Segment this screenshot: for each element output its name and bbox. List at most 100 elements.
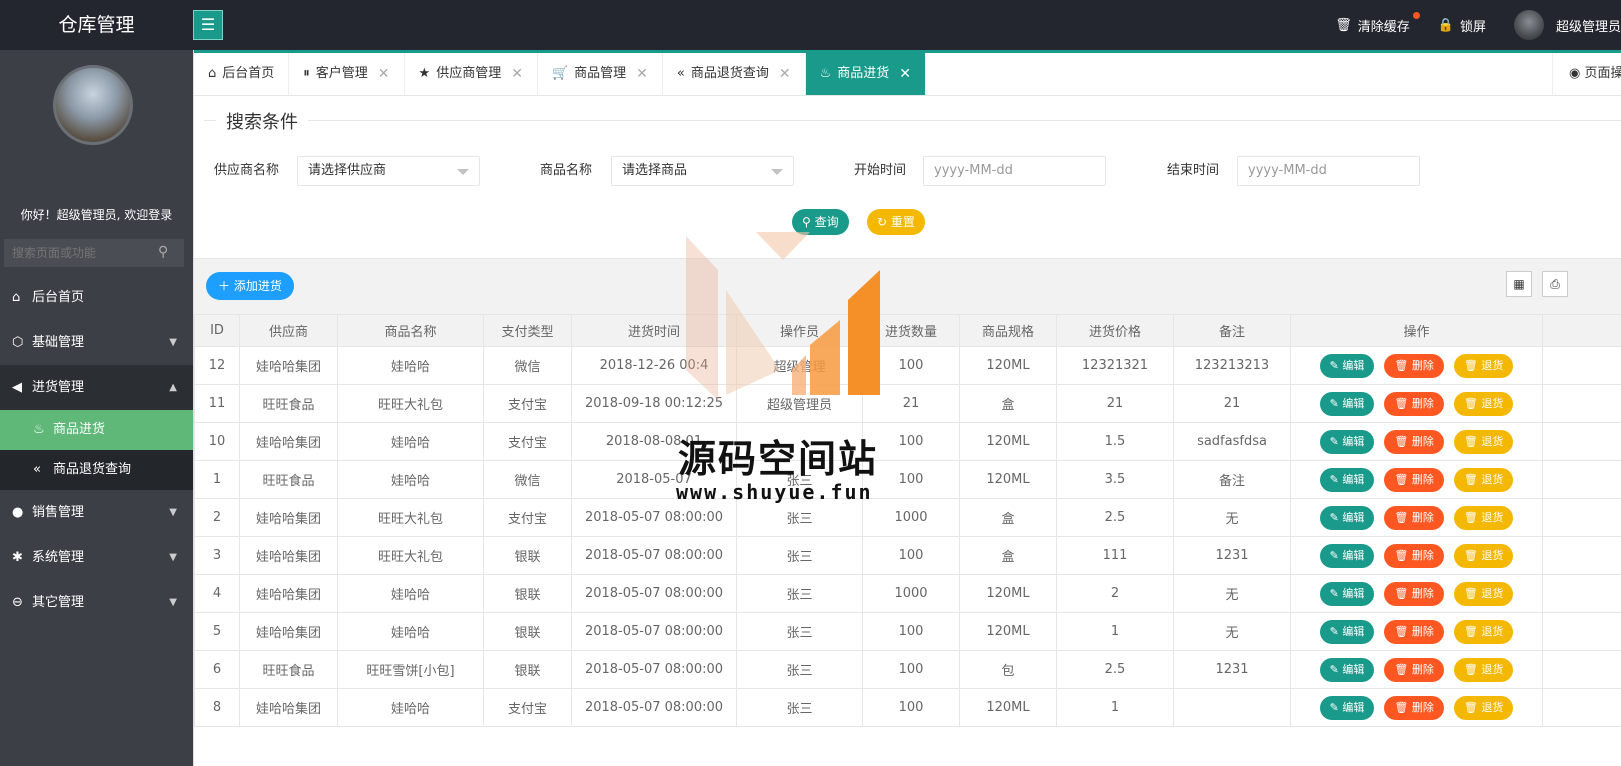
columns-filter-button[interactable]: ▦ — [1506, 271, 1532, 297]
tab-goods-purchase[interactable]: ♨ 商品进货 ✕ — [805, 53, 926, 95]
lock-screen-button[interactable]: 🔒 锁屏 — [1438, 16, 1486, 35]
sidebar-item-label: 基础管理 — [32, 335, 85, 350]
delete-button[interactable]: 🗑 删除 — [1384, 505, 1444, 530]
return-button[interactable]: 🗑 退货 — [1453, 657, 1514, 682]
close-icon[interactable]: ✕ — [378, 53, 390, 95]
table-row[interactable]: 8 娃哈哈集团 娃哈哈 支付宝 2018-05-07 08:00:00 张三 100 120M… — [194, 688, 1621, 727]
column-header[interactable]: 进货时间 — [571, 314, 737, 347]
delete-button[interactable]: 🗑 删除 — [1384, 619, 1444, 644]
edit-button[interactable]: ✎ 编辑 — [1319, 429, 1375, 454]
table-cell: 100 — [862, 688, 960, 727]
table-row[interactable]: 5 娃哈哈集团 娃哈哈 银联 2018-05-07 08:00:00 张三 100 120ML… — [194, 612, 1621, 651]
delete-button-label: 删除 — [1411, 510, 1434, 524]
clear-cache-button[interactable]: 🗑 清除缓存 — [1335, 11, 1420, 35]
tab-goods[interactable]: 🛒 商品管理 ✕ — [538, 53, 663, 95]
edit-button[interactable]: ✎ 编辑 — [1319, 505, 1375, 530]
close-icon[interactable]: ✕ — [636, 53, 648, 95]
return-button[interactable]: 🗑 退货 — [1453, 467, 1514, 492]
edit-button[interactable]: ✎ 编辑 — [1319, 581, 1375, 606]
table-cell: 旺旺食品 — [239, 460, 338, 499]
start-time-input[interactable]: yyyy-MM-dd — [923, 156, 1106, 186]
table-row[interactable]: 11 旺旺食品 旺旺大礼包 支付宝 2018-09-18 00:12:25 超级管理员 21… — [194, 384, 1621, 423]
add-purchase-button[interactable]: ＋ 添加进货 — [206, 272, 294, 300]
edit-button[interactable]: ✎ 编辑 — [1319, 391, 1375, 416]
query-button[interactable]: ⚲ 查询 — [792, 209, 849, 235]
end-time-input[interactable]: yyyy-MM-dd — [1237, 156, 1420, 186]
delete-button[interactable]: 🗑 删除 — [1384, 657, 1444, 682]
column-header[interactable]: 操作 — [1290, 314, 1543, 347]
table-cell: 旺旺大礼包 — [337, 498, 484, 537]
search-icon[interactable]: ⚲ — [158, 244, 168, 260]
table-row[interactable]: 1 旺旺食品 娃哈哈 微信 2018-05-07 张三 100 120ML 3.5 备注 ✎ 编辑 🗑… — [194, 460, 1621, 499]
edit-button[interactable]: ✎ 编辑 — [1319, 543, 1375, 568]
sidebar-search-input[interactable] — [4, 239, 184, 267]
edit-button[interactable]: ✎ 编辑 — [1319, 467, 1375, 492]
goods-select[interactable]: 请选择商品 — [611, 156, 794, 186]
table-cell: 8 — [194, 688, 240, 727]
sidebar-item-sales[interactable]: ● 销售管理 ▼ — [0, 490, 193, 535]
column-header[interactable]: 操作员 — [736, 314, 863, 347]
close-icon[interactable]: ✕ — [899, 53, 911, 95]
supplier-select[interactable]: 请选择供应商 — [297, 156, 480, 186]
tab-customer[interactable]: ⏸ 客户管理 ✕ — [289, 53, 405, 95]
column-header[interactable]: 进货数量 — [862, 314, 960, 347]
edit-button[interactable]: ✎ 编辑 — [1319, 353, 1375, 378]
column-header[interactable]: 商品名称 — [337, 314, 484, 347]
edit-button[interactable]: ✎ 编辑 — [1319, 695, 1375, 720]
return-button[interactable]: 🗑 退货 — [1453, 695, 1514, 720]
delete-button[interactable]: 🗑 删除 — [1384, 429, 1444, 454]
print-button[interactable]: ⎙ — [1542, 271, 1568, 297]
sidebar-item-other[interactable]: ⊖ 其它管理 ▼ — [0, 580, 193, 625]
trash-icon: 🗑 — [1394, 624, 1412, 638]
table-row[interactable]: 12 娃哈哈集团 娃哈哈 微信 2018-12-26 00:4 超级管理 100 120ML 1… — [194, 346, 1621, 385]
table-row[interactable]: 6 旺旺食品 旺旺雪饼[小包] 银联 2018-05-07 08:00:00 张三 100 包… — [194, 650, 1621, 689]
column-header[interactable]: ID — [194, 314, 240, 347]
column-header[interactable]: 供应商 — [239, 314, 338, 347]
table-row[interactable]: 3 娃哈哈集团 旺旺大礼包 银联 2018-05-07 08:00:00 张三 100 盒 11… — [194, 536, 1621, 575]
sidebar-item-basic[interactable]: ⬡ 基础管理 ▼ — [0, 320, 193, 365]
column-header[interactable]: 商品规格 — [959, 314, 1057, 347]
delete-button[interactable]: 🗑 删除 — [1384, 391, 1444, 416]
delete-button[interactable]: 🗑 删除 — [1384, 543, 1444, 568]
user-menu[interactable]: 超级管理员 — [1513, 10, 1621, 40]
table-cell: 21 — [862, 384, 960, 423]
return-button[interactable]: 🗑 退货 — [1453, 391, 1514, 416]
menu-toggle-button[interactable]: ☰ — [193, 10, 223, 40]
delete-button[interactable]: 🗑 删除 — [1384, 581, 1444, 606]
sidebar-item-system[interactable]: ✱ 系统管理 ▼ — [0, 535, 193, 580]
table-cell: 张三 — [736, 688, 863, 727]
delete-button[interactable]: 🗑 删除 — [1384, 353, 1444, 378]
delete-button-label: 删除 — [1411, 662, 1434, 676]
page-ops-button[interactable]: ◉ 页面操作 — [1552, 53, 1621, 95]
sidebar-item-purchase[interactable]: ◀ 进货管理 ▲ — [0, 365, 193, 410]
tab-supplier[interactable]: ★ 供应商管理 ✕ — [405, 53, 538, 95]
tab-goods-return-query[interactable]: « 商品退货查询 ✕ — [663, 53, 806, 95]
close-icon[interactable]: ✕ — [511, 53, 523, 95]
return-button[interactable]: 🗑 退货 — [1453, 543, 1514, 568]
tab-home[interactable]: ⌂ 后台首页 — [194, 53, 290, 95]
edit-button[interactable]: ✎ 编辑 — [1319, 657, 1375, 682]
sidebar-item-goods-return-query[interactable]: « 商品退货查询 — [0, 450, 193, 490]
sidebar-item-home[interactable]: ⌂ 后台首页 — [0, 275, 193, 320]
table-row[interactable]: 2 娃哈哈集团 旺旺大礼包 支付宝 2018-05-07 08:00:00 张三 1000 盒… — [194, 498, 1621, 537]
table-cell: 12321321 — [1056, 346, 1174, 385]
table-row[interactable]: 10 娃哈哈集团 娃哈哈 支付宝 2018-08-08 01 100 120ML 1.5 sad… — [194, 422, 1621, 461]
close-icon[interactable]: ✕ — [779, 53, 791, 95]
column-header[interactable]: 备注 — [1173, 314, 1291, 347]
table-row[interactable]: 4 娃哈哈集团 娃哈哈 银联 2018-05-07 08:00:00 张三 1000 120M… — [194, 574, 1621, 613]
column-header[interactable]: 进货价格 — [1056, 314, 1174, 347]
return-button[interactable]: 🗑 退货 — [1453, 581, 1514, 606]
column-header[interactable]: 支付类型 — [483, 314, 572, 347]
table-cell: 娃哈哈集团 — [239, 498, 338, 537]
return-button[interactable]: 🗑 退货 — [1453, 505, 1514, 530]
return-button[interactable]: 🗑 退货 — [1453, 429, 1514, 454]
delete-button[interactable]: 🗑 删除 — [1384, 467, 1444, 492]
table-cell: 娃哈哈 — [337, 612, 484, 651]
edit-button[interactable]: ✎ 编辑 — [1319, 619, 1375, 644]
delete-button[interactable]: 🗑 删除 — [1384, 695, 1444, 720]
sidebar-item-goods-purchase[interactable]: ♨ 商品进货 — [0, 410, 193, 450]
table-cell: 1000 — [862, 498, 960, 537]
return-button[interactable]: 🗑 退货 — [1453, 353, 1514, 378]
reset-button[interactable]: ↻ 重置 — [867, 209, 925, 235]
return-button[interactable]: 🗑 退货 — [1453, 619, 1514, 644]
